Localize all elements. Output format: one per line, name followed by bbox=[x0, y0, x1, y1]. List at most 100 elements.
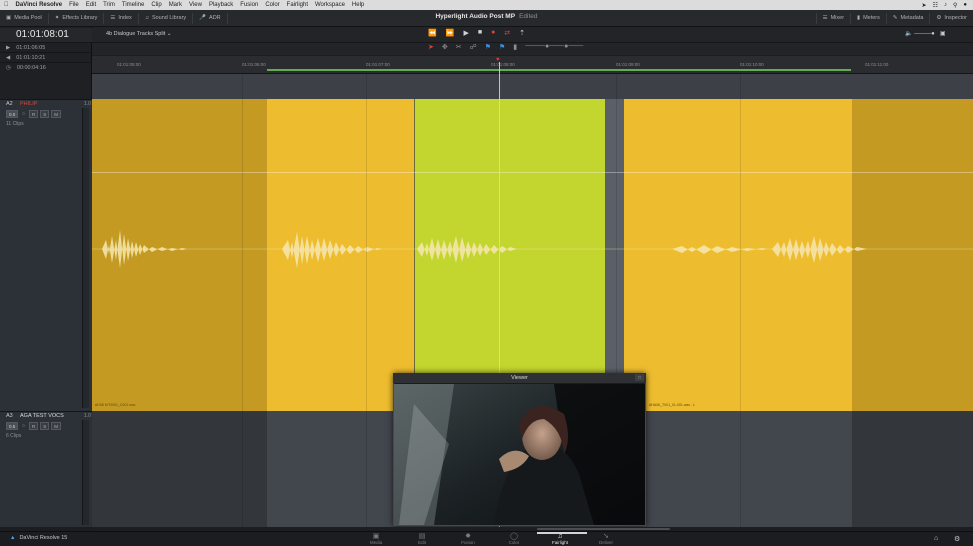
scrollbar-thumb[interactable] bbox=[537, 528, 670, 530]
solo-button[interactable]: S bbox=[40, 422, 50, 430]
track-lane-a1 bbox=[92, 74, 973, 99]
track-volume[interactable]: 0.0 bbox=[6, 110, 19, 118]
metadata-button[interactable]: ✎ Metadata bbox=[885, 12, 930, 24]
fast-forward-icon[interactable]: ⏩ bbox=[446, 29, 455, 37]
menu-view[interactable]: View bbox=[189, 2, 202, 8]
stop-icon[interactable]: ■ bbox=[478, 29, 482, 37]
resolve-logo-icon: ▲ bbox=[10, 535, 16, 541]
range-tool-icon[interactable]: ✥ bbox=[442, 43, 448, 51]
index-button[interactable]: ☰ Index bbox=[104, 12, 139, 24]
rewind-icon[interactable]: ⏪ bbox=[428, 29, 437, 37]
solo-button[interactable]: S bbox=[40, 110, 50, 118]
page-fairlight[interactable]: ♫ Fairlight bbox=[540, 533, 580, 545]
page-edit[interactable]: ▤ Edit bbox=[402, 533, 442, 545]
track-name[interactable]: PHILIP bbox=[20, 101, 37, 107]
menu-workspace[interactable]: Workspace bbox=[315, 2, 345, 8]
menu-fusion[interactable]: Fusion bbox=[240, 2, 258, 8]
search-icon[interactable]: ⚲ bbox=[953, 2, 957, 9]
monitor-volume[interactable]: 🔈 ────● ▣ bbox=[905, 30, 945, 37]
main-timecode[interactable]: 01:01:08:01 bbox=[0, 28, 92, 42]
home-icon[interactable]: ⌂ bbox=[934, 535, 938, 542]
lock-icon[interactable]: ○ bbox=[20, 422, 27, 430]
lock-icon[interactable]: ○ bbox=[20, 110, 27, 118]
menu-trim[interactable]: Trim bbox=[103, 2, 115, 8]
mute-button[interactable]: M bbox=[51, 110, 61, 118]
page-media[interactable]: ▣ Media bbox=[356, 533, 396, 545]
track-volume[interactable]: 0.5 bbox=[6, 422, 19, 430]
page-label: Edit bbox=[418, 540, 426, 545]
timeline-selector[interactable]: 4b Dialogue Tracks Split ⌄ bbox=[106, 31, 171, 37]
razor-tool-icon[interactable]: ✂ bbox=[456, 43, 462, 51]
ruler-tick: 01:01:07:00 bbox=[366, 62, 390, 67]
toolbar-right: ☰ Mixer ▮ Meters ✎ Metadata ⚙ Inspector bbox=[815, 12, 973, 24]
app-menu[interactable]: DaVinci Resolve bbox=[16, 2, 63, 8]
fullscreen-icon[interactable]: ▣ bbox=[940, 31, 946, 37]
record-icon[interactable]: ● bbox=[491, 29, 495, 37]
gear-icon[interactable]: ⚙ bbox=[954, 535, 960, 543]
page-color[interactable]: ◯ Color bbox=[494, 533, 534, 545]
zoom-slider[interactable]: ────●───●─── bbox=[525, 43, 583, 51]
volume-icon[interactable]: ♪ bbox=[944, 2, 947, 9]
record-arm-button[interactable]: R bbox=[28, 110, 39, 118]
volume-slider[interactable]: ────● bbox=[914, 31, 935, 37]
automation-icon[interactable]: ⇡ bbox=[519, 29, 525, 37]
menu-file[interactable]: File bbox=[69, 2, 79, 8]
timeline-ruler[interactable] bbox=[92, 56, 973, 74]
media-pool-button[interactable]: ▣ Media Pool bbox=[0, 12, 49, 24]
page-label: Media bbox=[369, 540, 383, 545]
wifi-icon[interactable]: ☷ bbox=[933, 2, 938, 9]
flag-icon[interactable]: ⚑ bbox=[499, 43, 505, 51]
effects-library-label: Effects Library bbox=[62, 15, 98, 21]
timeline-region-out bbox=[852, 411, 973, 527]
page-label: Deliver bbox=[598, 540, 613, 545]
sound-library-button[interactable]: ♫ Sound Library bbox=[139, 12, 194, 24]
loop-icon[interactable]: ⇄ bbox=[504, 29, 510, 37]
menu-mark[interactable]: Mark bbox=[169, 2, 182, 8]
adr-button[interactable]: 🎤 ADR bbox=[193, 12, 228, 24]
timecode-in-value: 01:01:06:05 bbox=[16, 45, 46, 51]
menu-bar:  DaVinci Resolve File Edit Trim Timelin… bbox=[0, 0, 973, 10]
menu-help[interactable]: Help bbox=[352, 2, 364, 8]
clip-count: 6 Clips bbox=[6, 433, 22, 439]
viewer-title[interactable]: Viewer bbox=[393, 373, 646, 383]
menu-color[interactable]: Color bbox=[265, 2, 279, 8]
fusion-icon: ✸ bbox=[465, 533, 471, 540]
menu-edit[interactable]: Edit bbox=[86, 2, 96, 8]
marker-icon[interactable]: ▮ bbox=[513, 43, 517, 51]
meters-label: Meters bbox=[863, 15, 880, 21]
meters-button[interactable]: ▮ Meters bbox=[850, 12, 886, 24]
index-icon: ☰ bbox=[110, 15, 116, 21]
transport-controls: ⏪ ⏩ ▶ ■ ● ⇄ ⇡ bbox=[428, 29, 525, 37]
menu-playback[interactable]: Playback bbox=[209, 2, 233, 8]
menu-timeline[interactable]: Timeline bbox=[122, 2, 144, 8]
apple-icon[interactable]:  bbox=[4, 2, 9, 8]
play-icon[interactable]: ▶ bbox=[463, 29, 468, 37]
record-arm-button[interactable]: R bbox=[28, 422, 39, 430]
track-controls: 0.5 ○ R S M bbox=[6, 422, 61, 430]
volume-line[interactable] bbox=[92, 172, 973, 173]
notification-icon[interactable]: ● bbox=[963, 2, 967, 9]
viewer-dock-icon[interactable]: □ bbox=[635, 374, 644, 381]
mixer-button[interactable]: ☰ Mixer bbox=[815, 12, 850, 24]
effects-library-button[interactable]: ✦ Effects Library bbox=[49, 12, 105, 24]
location-icon[interactable]: ➤ bbox=[922, 2, 927, 9]
grid-line bbox=[740, 74, 741, 527]
grid-line bbox=[366, 74, 367, 527]
snapping-icon[interactable]: ⚑ bbox=[485, 43, 491, 51]
duration-icon: ◷ bbox=[6, 65, 11, 71]
selection-tool-icon[interactable]: ➤ bbox=[428, 43, 434, 51]
page-deliver[interactable]: ➘ Deliver bbox=[586, 533, 626, 545]
menu-clip[interactable]: Clip bbox=[151, 2, 161, 8]
menu-fairlight[interactable]: Fairlight bbox=[287, 2, 308, 8]
ruler-tick: 01:01:08:00 bbox=[491, 62, 515, 67]
track-header-a2[interactable] bbox=[0, 99, 92, 411]
track-channel: 1.0 bbox=[84, 101, 91, 107]
link-icon[interactable]: ☍ bbox=[470, 43, 477, 51]
project-name: Hyperlight Audio Post MP bbox=[435, 13, 516, 20]
page-fusion[interactable]: ✸ Fusion bbox=[448, 533, 488, 545]
inspector-button[interactable]: ⚙ Inspector bbox=[929, 12, 973, 24]
metadata-icon: ✎ bbox=[892, 15, 898, 21]
track-name[interactable]: AGA TEST VOCS bbox=[20, 413, 64, 419]
mute-button[interactable]: M bbox=[51, 422, 61, 430]
media-pool-icon: ▣ bbox=[6, 15, 12, 21]
